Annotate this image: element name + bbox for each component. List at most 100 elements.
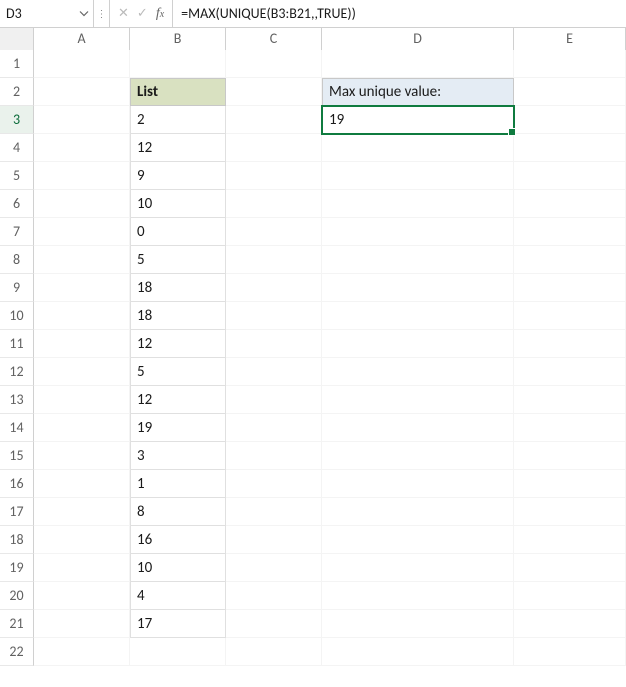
cell[interactable]	[322, 414, 514, 442]
cell[interactable]	[226, 470, 322, 498]
fx-icon[interactable]: fx	[156, 6, 164, 22]
cell[interactable]	[322, 386, 514, 414]
formula-input[interactable]: =MAX(UNIQUE(B3:B21,,TRUE))	[173, 0, 626, 27]
cell[interactable]	[226, 610, 322, 638]
cell[interactable]	[226, 582, 322, 610]
cell[interactable]	[34, 274, 130, 302]
cell[interactable]	[34, 246, 130, 274]
row-header[interactable]: 8	[0, 246, 34, 274]
cell[interactable]	[514, 414, 626, 442]
row-header[interactable]: 18	[0, 526, 34, 554]
cell[interactable]	[322, 610, 514, 638]
cell[interactable]	[514, 554, 626, 582]
row-header[interactable]: 5	[0, 162, 34, 190]
cell[interactable]	[514, 638, 626, 666]
cell[interactable]	[226, 218, 322, 246]
cell[interactable]	[322, 582, 514, 610]
cell[interactable]	[322, 274, 514, 302]
cell[interactable]	[514, 246, 626, 274]
cell[interactable]	[34, 218, 130, 246]
row-header[interactable]: 20	[0, 582, 34, 610]
cell[interactable]	[226, 498, 322, 526]
cell[interactable]	[34, 358, 130, 386]
cell[interactable]	[226, 358, 322, 386]
col-header-D[interactable]: D	[322, 28, 514, 51]
cell[interactable]	[514, 386, 626, 414]
cell[interactable]	[514, 302, 626, 330]
list-value-cell[interactable]: 10	[130, 554, 226, 582]
cell[interactable]	[514, 134, 626, 162]
cell[interactable]	[226, 442, 322, 470]
cell[interactable]	[34, 134, 130, 162]
cell[interactable]	[514, 498, 626, 526]
cell[interactable]	[226, 414, 322, 442]
cell[interactable]	[322, 526, 514, 554]
row-header[interactable]: 12	[0, 358, 34, 386]
cell[interactable]	[322, 162, 514, 190]
list-value-cell[interactable]: 17	[130, 610, 226, 638]
cell[interactable]	[322, 638, 514, 666]
cell[interactable]	[34, 442, 130, 470]
spreadsheet-grid[interactable]: A B C D E 12ListMax unique value:3219412…	[0, 28, 626, 666]
cell[interactable]	[226, 246, 322, 274]
row-header[interactable]: 7	[0, 218, 34, 246]
cell[interactable]	[322, 50, 514, 78]
row-header[interactable]: 21	[0, 610, 34, 638]
cell[interactable]	[34, 78, 130, 106]
cell[interactable]	[322, 134, 514, 162]
cell[interactable]	[226, 134, 322, 162]
cell[interactable]	[226, 78, 322, 106]
row-header[interactable]: 17	[0, 498, 34, 526]
col-header-E[interactable]: E	[514, 28, 626, 51]
cell[interactable]	[34, 526, 130, 554]
cell[interactable]	[514, 190, 626, 218]
cell[interactable]	[226, 330, 322, 358]
cell[interactable]	[514, 218, 626, 246]
cell[interactable]	[514, 106, 626, 134]
max-header-cell[interactable]: Max unique value:	[322, 78, 514, 106]
row-header[interactable]: 1	[0, 50, 34, 78]
row-header[interactable]: 11	[0, 330, 34, 358]
list-value-cell[interactable]: 16	[130, 526, 226, 554]
cell[interactable]	[226, 190, 322, 218]
row-header[interactable]: 3	[0, 106, 34, 134]
row-header[interactable]: 6	[0, 190, 34, 218]
cell[interactable]	[34, 414, 130, 442]
cell[interactable]	[322, 470, 514, 498]
cell[interactable]	[34, 106, 130, 134]
cell[interactable]	[226, 274, 322, 302]
cell[interactable]	[226, 162, 322, 190]
cell[interactable]	[322, 246, 514, 274]
list-value-cell[interactable]: 9	[130, 162, 226, 190]
cell[interactable]	[34, 554, 130, 582]
cell[interactable]	[34, 582, 130, 610]
cell[interactable]	[322, 190, 514, 218]
list-value-cell[interactable]: 5	[130, 246, 226, 274]
list-value-cell[interactable]: 12	[130, 386, 226, 414]
select-all-corner[interactable]	[0, 28, 34, 51]
cell[interactable]	[514, 582, 626, 610]
cell[interactable]	[226, 50, 322, 78]
list-value-cell[interactable]: 18	[130, 274, 226, 302]
cell[interactable]	[322, 218, 514, 246]
cell[interactable]	[322, 358, 514, 386]
list-value-cell[interactable]: 18	[130, 302, 226, 330]
cell[interactable]	[34, 50, 130, 78]
list-value-cell[interactable]: 1	[130, 470, 226, 498]
list-value-cell[interactable]: 3	[130, 442, 226, 470]
cell[interactable]	[226, 554, 322, 582]
cell[interactable]	[34, 162, 130, 190]
cell[interactable]	[34, 302, 130, 330]
cell[interactable]	[514, 50, 626, 78]
cell[interactable]	[514, 442, 626, 470]
confirm-icon[interactable]: ✓	[137, 6, 148, 21]
cell[interactable]	[130, 638, 226, 666]
name-box[interactable]: D3	[0, 0, 94, 27]
row-header[interactable]: 22	[0, 638, 34, 666]
list-value-cell[interactable]: 19	[130, 414, 226, 442]
cell[interactable]	[34, 330, 130, 358]
cell[interactable]	[226, 302, 322, 330]
cell[interactable]	[514, 358, 626, 386]
cell[interactable]	[226, 106, 322, 134]
cell[interactable]	[514, 526, 626, 554]
